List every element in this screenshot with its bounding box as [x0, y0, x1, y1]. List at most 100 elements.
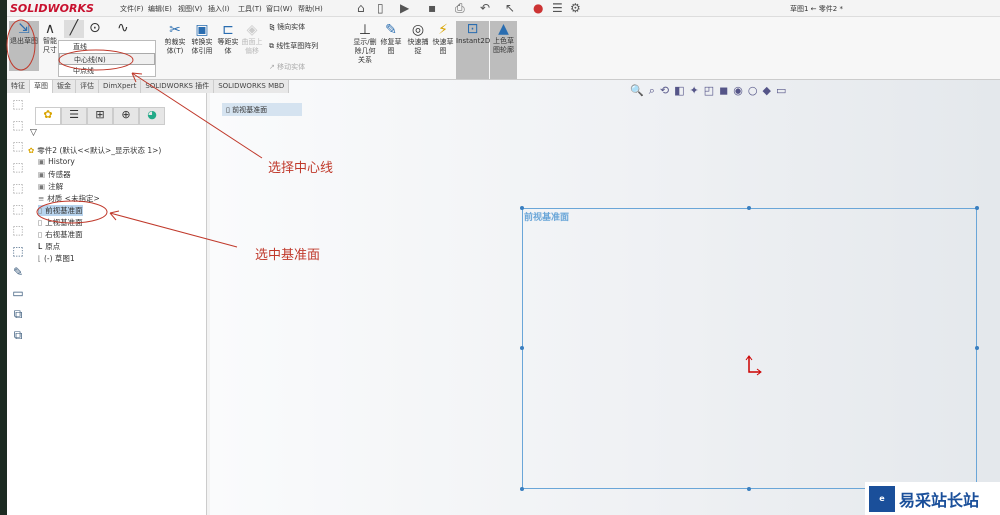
- plane-handle[interactable]: [975, 206, 979, 210]
- display-icon[interactable]: ▭: [7, 286, 29, 307]
- spline-button[interactable]: ∿: [117, 20, 129, 36]
- convert-entities-button[interactable]: ▣ 转换实体引用: [190, 22, 214, 56]
- quick-snaps-button[interactable]: ◎ 快速捕捉: [407, 22, 429, 56]
- tab-features[interactable]: 特征: [7, 80, 30, 93]
- tree-item-top-plane[interactable]: ▯ 上视基准面: [38, 217, 83, 228]
- mirror-entities-button[interactable]: ⧎ 镜向实体: [269, 23, 305, 32]
- view-orientation-icon[interactable]: ◰: [704, 84, 719, 97]
- options-gear-icon[interactable]: ⚙: [570, 1, 581, 15]
- select-icon[interactable]: ↖: [505, 1, 515, 15]
- tree-item-right-plane[interactable]: ▯ 右视基准面: [38, 229, 83, 240]
- shaded-sketch-contours-button[interactable]: ▲ 上色草图轮廓: [490, 21, 517, 79]
- view-icon[interactable]: ⬚: [7, 160, 29, 181]
- undo-icon[interactable]: ↶: [480, 1, 490, 15]
- property-manager-icon[interactable]: ☰: [61, 107, 87, 125]
- section-view-icon[interactable]: ◧: [674, 84, 689, 97]
- annotation-select-plane: 选中基准面: [255, 248, 321, 263]
- filter-icon[interactable]: ▽: [30, 128, 37, 138]
- exit-sketch-button[interactable]: ⇲ 退出草图: [9, 21, 39, 71]
- offset-entities-button[interactable]: ⊏ 等距实体: [217, 22, 239, 56]
- save-icon[interactable]: ▪: [428, 1, 436, 15]
- menu-view[interactable]: 视图(V): [178, 4, 202, 14]
- rebuild-icon[interactable]: ●: [533, 1, 543, 15]
- smart-dimension-button[interactable]: ∧ 智能尺寸: [40, 21, 60, 55]
- dimxpert-manager-icon[interactable]: ⊕: [113, 107, 139, 125]
- menu-item-line[interactable]: 直线: [59, 41, 155, 53]
- mirror-icon: ⧎: [269, 23, 278, 31]
- view-cube-icon[interactable]: ⬚: [7, 97, 29, 118]
- display-style-icon[interactable]: ◼: [719, 84, 733, 97]
- front-plane-outline[interactable]: [522, 208, 977, 489]
- menu-item-midpoint-line[interactable]: 中点线: [59, 65, 155, 77]
- circle-button[interactable]: ⊙: [89, 20, 101, 36]
- edit-icon[interactable]: ✎: [7, 265, 29, 286]
- tab-sketch[interactable]: 草图: [30, 80, 53, 93]
- copy-icon[interactable]: ⧉: [7, 307, 29, 328]
- breadcrumb[interactable]: ▯ 前视基准面: [222, 103, 302, 116]
- instant2d-button[interactable]: ⊡ Instant2D: [456, 21, 490, 79]
- configuration-manager-icon[interactable]: ⊞: [87, 107, 113, 125]
- rapid-sketch-icon: ⚡: [438, 22, 448, 38]
- view-settings-icon[interactable]: ▭: [776, 84, 791, 97]
- dynamic-annotation-icon[interactable]: ✦: [690, 84, 704, 97]
- feature-manager-icon[interactable]: ✿: [35, 107, 61, 125]
- hide-show-icon[interactable]: ◉: [733, 84, 748, 97]
- view-icon[interactable]: ⬚: [7, 139, 29, 160]
- origin-icon: L: [38, 242, 43, 251]
- new-icon[interactable]: ▯: [377, 1, 384, 15]
- view-icon[interactable]: ⬚: [7, 118, 29, 139]
- menu-edit[interactable]: 编辑(E): [148, 4, 172, 14]
- plane-handle[interactable]: [520, 346, 524, 350]
- tree-item-history[interactable]: ▣ History: [38, 157, 75, 166]
- menu-tools[interactable]: 工具(T): [238, 4, 262, 14]
- menu-window[interactable]: 窗口(W): [266, 4, 292, 14]
- sketch-icon[interactable]: ⬚: [7, 244, 29, 265]
- tab-dimxpert[interactable]: DimXpert: [99, 80, 142, 93]
- plane-handle[interactable]: [520, 487, 524, 491]
- tree-item-front-plane[interactable]: ▯ 前视基准面: [38, 205, 83, 216]
- tree-item-origin[interactable]: L 原点: [38, 241, 60, 252]
- repair-sketch-button[interactable]: ✎ 修复草图: [379, 22, 403, 56]
- view-icon[interactable]: ⬚: [7, 202, 29, 223]
- plane-handle[interactable]: [747, 206, 751, 210]
- menu-help[interactable]: 帮助(H): [298, 4, 323, 14]
- display-manager-icon[interactable]: ◕: [139, 107, 165, 125]
- tab-evaluate[interactable]: 评估: [76, 80, 99, 93]
- plane-handle[interactable]: [975, 346, 979, 350]
- feature-manager-panel: [7, 93, 207, 515]
- tree-item-sketch1[interactable]: ⌊ (-) 草图1: [38, 253, 75, 264]
- plane-handle[interactable]: [520, 206, 524, 210]
- open-icon[interactable]: ▶: [400, 1, 409, 15]
- tab-addins[interactable]: SOLIDWORKS 插件: [141, 80, 215, 93]
- linear-pattern-button[interactable]: ⧉ 线性草图阵列: [269, 42, 318, 51]
- zoom-area-icon[interactable]: ⌕: [649, 84, 660, 97]
- display-relations-button[interactable]: ⊥ 显示/删除几何关系: [352, 22, 378, 65]
- trim-entities-button[interactable]: ✂ 剪裁实体(T): [162, 22, 188, 56]
- tab-mbd[interactable]: SOLIDWORKS MBD: [214, 80, 290, 93]
- tab-sheet-metal[interactable]: 钣金: [53, 80, 76, 93]
- offset-on-surface-button[interactable]: ◈ 曲面上偏移: [241, 22, 263, 56]
- menu-insert[interactable]: 插入(I): [208, 4, 230, 14]
- view-icon[interactable]: ⬚: [7, 223, 29, 244]
- edit-appearance-icon[interactable]: ○: [748, 84, 763, 97]
- tree-root[interactable]: ✿ 零件2 (默认<<默认>_显示状态 1>): [28, 145, 161, 156]
- previous-view-icon[interactable]: ⟲: [660, 84, 674, 97]
- rapid-sketch-button[interactable]: ⚡ 快速草图: [431, 22, 455, 56]
- zoom-to-fit-icon[interactable]: 🔍: [630, 84, 649, 97]
- snap-icon: ◎: [411, 22, 425, 38]
- line-button[interactable]: ╱: [64, 20, 84, 38]
- view-icon[interactable]: ⬚: [7, 181, 29, 202]
- home-icon[interactable]: ⌂: [357, 1, 365, 15]
- tree-item-sensors[interactable]: ▣ 传感器: [38, 169, 71, 180]
- plane-handle[interactable]: [747, 487, 751, 491]
- tree-item-material[interactable]: ≡ 材质 <未指定>: [38, 193, 100, 204]
- apply-scene-icon[interactable]: ◆: [762, 84, 775, 97]
- file-properties-icon[interactable]: ☰: [552, 1, 563, 15]
- menu-item-centerline[interactable]: 中心线(N): [59, 53, 155, 65]
- copy-icon[interactable]: ⧉: [7, 328, 29, 349]
- menu-file[interactable]: 文件(F): [120, 4, 144, 14]
- move-icon: ↗: [269, 63, 278, 71]
- tree-item-annotations[interactable]: ▣ 注解: [38, 181, 63, 192]
- print-icon[interactable]: ⎙: [455, 1, 465, 16]
- move-entities-button[interactable]: ↗ 移动实体: [269, 63, 305, 72]
